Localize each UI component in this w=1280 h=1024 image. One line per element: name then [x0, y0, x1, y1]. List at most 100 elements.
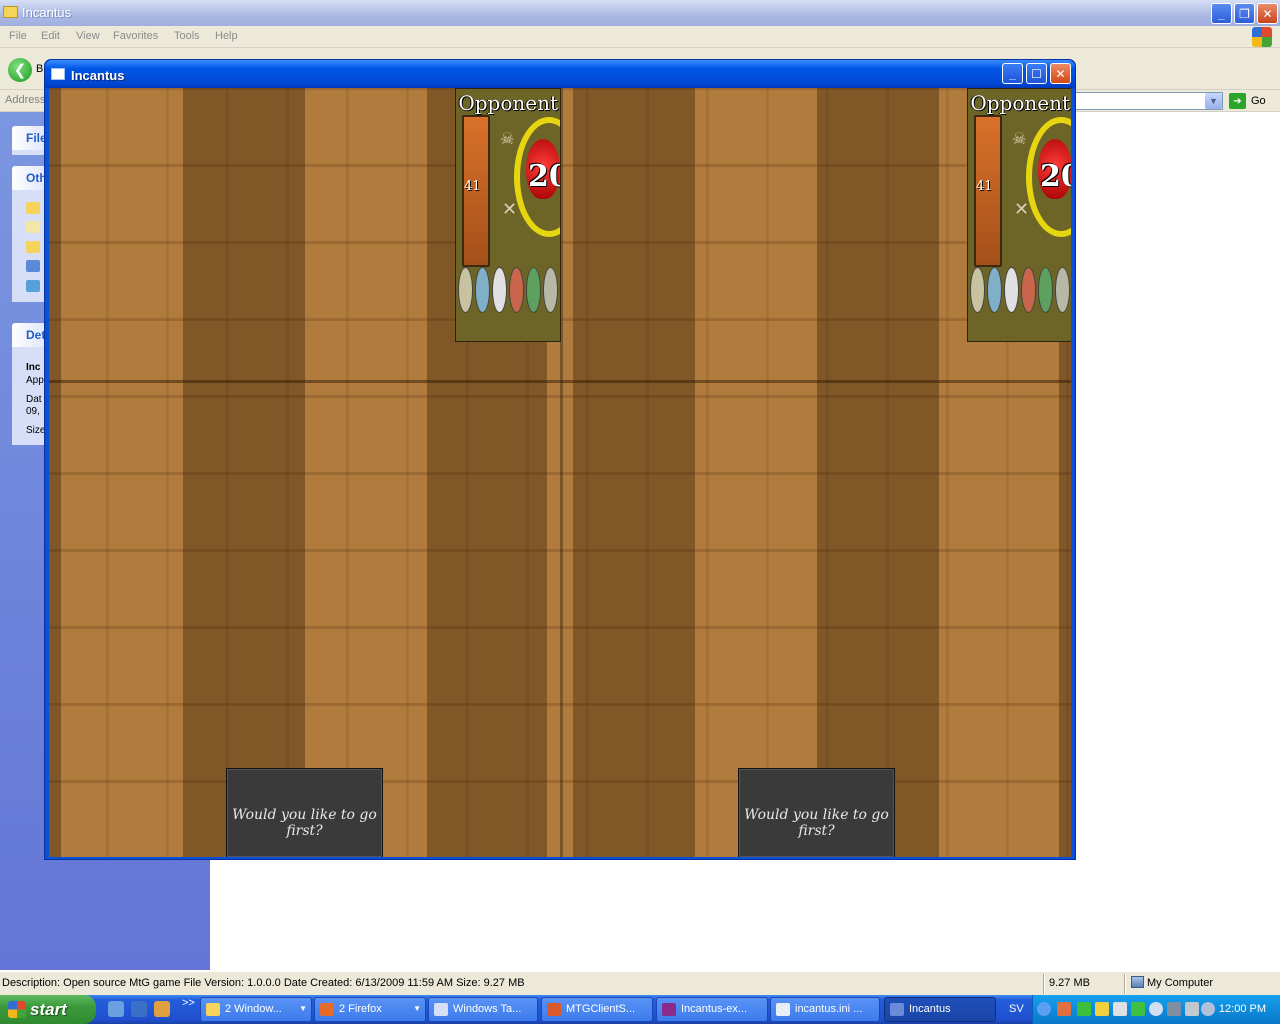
menu-view[interactable]: View: [76, 30, 100, 42]
task-button-incantus-archive[interactable]: Incantus-ex...: [656, 997, 768, 1022]
folder-icon[interactable]: [26, 241, 40, 253]
details-name: Inc: [26, 362, 41, 373]
shield-icon[interactable]: [1095, 1002, 1109, 1016]
mana-red-icon: [509, 267, 524, 313]
task-button-windows-explorer[interactable]: 2 Window... ▼: [200, 997, 312, 1022]
opponent-status-panel[interactable]: Opponent 41 ☠ ✕ 20: [455, 88, 561, 342]
go-first-prompt[interactable]: Would you like to go first?: [226, 768, 383, 857]
language-indicator[interactable]: SV: [1009, 1003, 1024, 1015]
library-count: 41: [976, 179, 993, 194]
taskbar: start >> 2 Window... ▼ 2 Firefox ▼ Windo…: [0, 995, 1280, 1024]
restore-button[interactable]: ❐: [1234, 3, 1255, 24]
folder-icon[interactable]: [26, 202, 40, 214]
tray-app-icon[interactable]: [1131, 1002, 1145, 1016]
status-size: 9.27 MB: [1049, 977, 1090, 989]
table-stripe: [183, 88, 305, 857]
close-button[interactable]: ✕: [1050, 63, 1071, 84]
tray-expand-icon[interactable]: [1037, 1002, 1051, 1016]
menu-help[interactable]: Help: [215, 30, 238, 42]
quick-launch-more[interactable]: >>: [182, 997, 195, 1009]
menu-file[interactable]: File: [9, 30, 27, 42]
incantus-titlebar[interactable]: Incantus _ ☐ ✕: [45, 60, 1075, 88]
network-icon[interactable]: [26, 280, 40, 292]
tray-z-icon[interactable]: [1113, 1002, 1127, 1016]
task-button-incantus[interactable]: Incantus: [884, 997, 996, 1022]
tray-network-icon[interactable]: [1077, 1002, 1091, 1016]
speaker-icon[interactable]: [1201, 1002, 1215, 1016]
menu-favorites[interactable]: Favorites: [113, 30, 158, 42]
task-button-mtgclient[interactable]: MTGClientS...: [541, 997, 653, 1022]
tray-wifi-icon[interactable]: [1185, 1002, 1199, 1016]
status-separator: [1043, 974, 1045, 994]
clock[interactable]: 12:00 PM: [1219, 1003, 1266, 1015]
close-button[interactable]: ✕: [1257, 3, 1278, 24]
show-desktop-icon[interactable]: [108, 1001, 124, 1017]
file-tasks-body: [12, 150, 45, 155]
back-button-label[interactable]: B: [36, 63, 43, 75]
documents-icon[interactable]: [26, 221, 40, 233]
mana-blue-icon: [987, 267, 1002, 313]
maximize-button[interactable]: ☐: [1026, 63, 1047, 84]
address-label: Address: [5, 94, 46, 106]
go-button-label[interactable]: Go: [1251, 95, 1266, 107]
life-total: 20: [1040, 159, 1071, 194]
opponent-status-panel[interactable]: Opponent 41 ☠ ✕ 20: [967, 88, 1071, 342]
go-first-prompt-text: Would you like to go first?: [232, 807, 377, 839]
mana-pool: [458, 267, 560, 337]
skull-icon: ☠: [500, 131, 515, 148]
details-size: Size: [26, 425, 46, 436]
mana-white-icon: [458, 267, 473, 313]
task-button-firefox[interactable]: 2 Firefox ▼: [314, 997, 426, 1022]
windows-logo-icon: [8, 1001, 26, 1018]
crossed-swords-icon: ✕: [1014, 199, 1030, 219]
address-input[interactable]: [1075, 92, 1223, 110]
minimize-button[interactable]: _: [1002, 63, 1023, 84]
status-description: Description: Open source MtG game File V…: [2, 977, 525, 989]
menu-tools[interactable]: Tools: [174, 30, 200, 42]
chevron-down-icon[interactable]: ▼: [1205, 93, 1222, 109]
status-bar: Description: Open source MtG game File V…: [0, 971, 1280, 995]
task-manager-icon: [434, 1003, 448, 1016]
computer-icon[interactable]: [26, 260, 40, 272]
chevron-down-icon: ▼: [413, 1004, 421, 1013]
mana-red-icon: [1021, 267, 1036, 313]
go-first-prompt[interactable]: Would you like to go first?: [738, 768, 895, 857]
tray-display-icon[interactable]: [1167, 1002, 1181, 1016]
game-table[interactable]: Opponent 41 ☠ ✕ 20 Opponent 41 ☠ ✕: [49, 88, 1071, 857]
task-label: Incantus-ex...: [681, 1003, 748, 1015]
task-label: 2 Window...: [225, 1003, 282, 1015]
opponent-label: Opponent: [458, 91, 558, 115]
firefox-icon: [320, 1003, 334, 1016]
folder-icon: [206, 1003, 220, 1016]
internet-explorer-icon[interactable]: [131, 1001, 147, 1017]
status-separator: [1124, 974, 1126, 994]
notepad-icon: [776, 1003, 790, 1016]
menu-edit[interactable]: Edit: [41, 30, 60, 42]
media-player-icon[interactable]: [154, 1001, 170, 1017]
tray-app-icon[interactable]: [1149, 1002, 1163, 1016]
explorer-titlebar[interactable]: Incantus _ ❐ ✕: [0, 0, 1280, 26]
crossed-swords-icon: ✕: [502, 199, 518, 219]
details-date-value: 09,: [26, 406, 40, 417]
status-location: My Computer: [1147, 977, 1214, 989]
folder-icon: [3, 6, 18, 18]
go-first-prompt-text: Would you like to go first?: [744, 807, 889, 839]
incantus-icon: [890, 1003, 904, 1016]
menu-bar: File Edit View Favorites Tools Help: [0, 26, 1280, 48]
mana-pool: [970, 267, 1071, 337]
mana-colorless-icon: [1004, 267, 1019, 313]
start-button-label: start: [30, 1000, 67, 1019]
minimize-button[interactable]: _: [1211, 3, 1232, 24]
task-button-task-manager[interactable]: Windows Ta...: [428, 997, 538, 1022]
life-total: 20: [528, 159, 560, 194]
task-label: MTGClientS...: [566, 1003, 636, 1015]
task-label: 2 Firefox: [339, 1003, 382, 1015]
table-stripe: [49, 88, 61, 857]
back-arrow-icon[interactable]: ❮: [8, 58, 32, 82]
mtgclient-icon: [547, 1003, 561, 1016]
go-arrow-icon[interactable]: ➔: [1229, 93, 1246, 109]
task-button-incantus-ini[interactable]: incantus.ini ...: [770, 997, 880, 1022]
incantus-window: Incantus _ ☐ ✕ Opponent 41 ☠ ✕ 20: [44, 59, 1076, 860]
table-stripe: [573, 88, 695, 857]
tray-app-icon[interactable]: [1057, 1002, 1071, 1016]
